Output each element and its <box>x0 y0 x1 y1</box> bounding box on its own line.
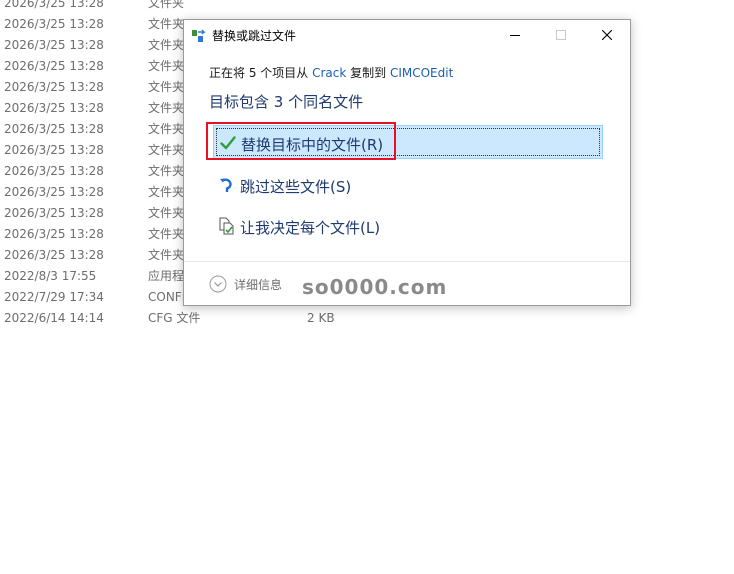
chevron-down-circle-icon[interactable] <box>209 275 227 293</box>
watermark: so0000.com <box>302 275 448 299</box>
file-type: 文件夹 <box>148 38 185 52</box>
file-date: 2026/3/25 13:28 <box>4 80 104 94</box>
maximize-button[interactable] <box>538 20 584 50</box>
close-button[interactable] <box>584 20 630 50</box>
replace-skip-dialog: 替换或跳过文件 正在将 5 个项目从 Crack 复制到 CIMCOEdit 目… <box>183 19 631 306</box>
file-size: 2 KB <box>307 311 335 325</box>
file-type: 文件夹 <box>148 17 185 31</box>
file-date: 2022/8/3 17:55 <box>4 269 97 283</box>
minimize-icon <box>510 30 520 40</box>
file-transfer-icon <box>192 28 208 42</box>
maximize-icon <box>556 30 566 40</box>
file-date: 2026/3/25 13:28 <box>4 17 104 31</box>
file-type: 文件夹 <box>148 122 185 136</box>
screen: 2026/3/25 13:28 文件夹 2026/3/25 13:28 文件夹 2026… <box>0 0 734 574</box>
title-bar[interactable]: 替换或跳过文件 <box>184 20 630 50</box>
decide-each-file-option[interactable]: 让我决定每个文件(L) <box>213 209 603 243</box>
file-type: CFG 文件 <box>148 311 201 325</box>
copy-middle: 复制到 <box>346 66 390 80</box>
skip-files-option[interactable]: 跳过这些文件(S) <box>213 168 603 202</box>
close-icon <box>602 30 612 40</box>
file-date: 2026/3/25 13:28 <box>4 122 104 136</box>
file-date: 2026/3/25 13:28 <box>4 101 104 115</box>
file-type: 文件夹 <box>148 164 185 178</box>
file-date: 2026/3/25 13:28 <box>4 143 104 157</box>
conflict-heading: 目标包含 3 个同名文件 <box>209 93 364 111</box>
file-type: 文件夹 <box>148 206 185 220</box>
decide-option-label: 让我决定每个文件(L) <box>240 219 381 237</box>
file-date: 2022/7/29 17:34 <box>4 290 104 304</box>
file-row[interactable]: 2022/6/14 14:14 CFG 文件 2 KB <box>0 310 520 331</box>
file-date: 2026/3/25 13:28 <box>4 38 104 52</box>
file-date: 2026/3/25 13:28 <box>4 164 104 178</box>
highlight-annotation <box>206 122 396 160</box>
file-date: 2026/3/25 13:28 <box>4 0 104 10</box>
destination-folder-link[interactable]: CIMCOEdit <box>390 66 453 80</box>
file-type: 文件夹 <box>148 0 185 10</box>
file-type: 文件夹 <box>148 59 185 73</box>
file-type: 文件夹 <box>148 185 185 199</box>
minimize-button[interactable] <box>492 20 538 50</box>
file-date: 2026/3/25 13:28 <box>4 206 104 220</box>
file-date: 2022/6/14 14:14 <box>4 311 104 325</box>
skip-arrow-icon <box>219 176 235 194</box>
file-type: 文件夹 <box>148 101 185 115</box>
file-compare-icon <box>219 217 235 235</box>
file-date: 2026/3/25 13:28 <box>4 185 104 199</box>
file-date: 2026/3/25 13:28 <box>4 227 104 241</box>
file-date: 2026/3/25 13:28 <box>4 248 104 262</box>
file-type: 文件夹 <box>148 143 185 157</box>
skip-option-label: 跳过这些文件(S) <box>240 178 352 196</box>
dialog-title: 替换或跳过文件 <box>212 29 297 43</box>
file-row[interactable]: 2026/3/25 13:28 文件夹 <box>0 0 520 16</box>
copy-prefix: 正在将 5 个项目从 <box>209 66 313 80</box>
file-type: 文件夹 <box>148 80 185 94</box>
source-folder-link[interactable]: Crack <box>312 66 346 80</box>
file-type: 文件夹 <box>148 227 185 241</box>
more-details-button[interactable]: 详细信息 <box>234 276 282 293</box>
file-date: 2026/3/25 13:28 <box>4 59 104 73</box>
file-type: 文件夹 <box>148 248 185 262</box>
copy-status: 正在将 5 个项目从 Crack 复制到 CIMCOEdit <box>209 64 453 81</box>
